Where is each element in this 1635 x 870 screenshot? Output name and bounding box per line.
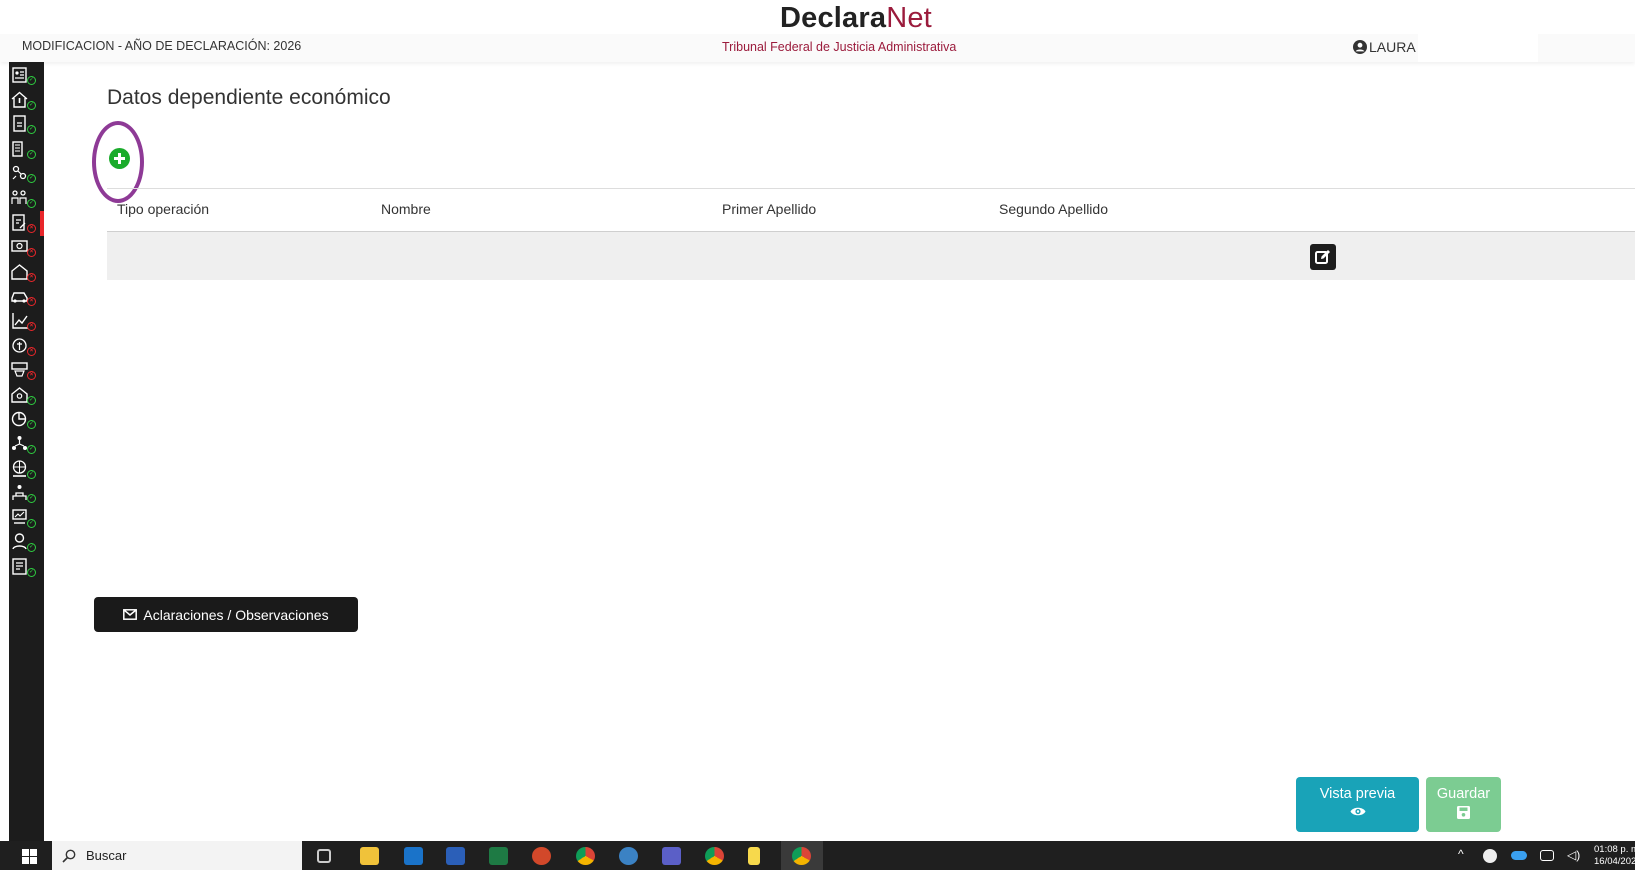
status-complete-icon: ✓ [27,420,36,430]
sidebar-item-presentation[interactable]: ✓ [9,506,44,531]
excel-icon[interactable] [489,847,508,865]
user-circle-icon [1353,40,1367,54]
status-incomplete-icon: × [27,371,36,381]
page: MODIFICACION - AÑO DE DECLARACIÓN: 2026 … [0,0,1635,870]
word-icon[interactable] [446,847,465,865]
status-complete-icon: ✓ [27,174,36,184]
status-incomplete-icon: × [27,346,36,356]
top-header: MODIFICACION - AÑO DE DECLARACIÓN: 2026 … [0,0,1635,62]
sidebar-item-chart[interactable]: × [9,309,44,334]
preview-button-label: Vista previa [1319,786,1396,802]
sidebar-item-group[interactable]: ✓ [9,481,44,506]
sidebar-item-people-network[interactable]: ✓ [9,161,44,186]
sidebar-item-house[interactable]: × [9,260,44,285]
table-row [107,232,1635,280]
section-sidebar: ✓ ✓ ✓ ✓ ✓ ✓ × × × × × × × ✓ ✓ ✓ ✓ ✓ ✓ ✓ ✓ [9,62,44,841]
sidebar-item-document[interactable]: ✓ [9,112,44,137]
column-header-primer-apellido: Primer Apellido [722,201,817,217]
status-complete-icon: ✓ [27,100,36,110]
eye-icon [1350,807,1365,816]
task-view-icon[interactable] [317,849,331,863]
chrome-profile-icon[interactable] [705,847,724,865]
search-icon [62,849,76,863]
sidebar-item-pie-chart[interactable]: ✓ [9,407,44,432]
status-incomplete-icon: × [27,272,36,282]
network-icon[interactable] [1540,850,1554,861]
sidebar-item-form-edit[interactable]: × [9,210,44,236]
sidebar-item-money[interactable]: × [9,235,44,260]
clock-time: 01:08 p. m. [1594,844,1635,855]
tray-chevron-icon[interactable]: ^ [1458,847,1464,861]
sidebar-item-globe-people[interactable]: ✓ [9,457,44,482]
envelope-icon [123,609,138,620]
declaranet-logo: DeclaraNet [780,2,932,35]
active-section-marker [40,210,44,236]
clock-date: 16/04/2026 [1594,856,1635,867]
page-title: Datos dependiente económico [107,86,391,109]
sidebar-item-building[interactable]: ✓ [9,137,44,162]
observations-button-label: Aclaraciones / Observaciones [143,606,329,623]
status-complete-icon: ✓ [27,125,36,135]
chrome-active-icon[interactable] [792,847,811,865]
highlight-annotation-circle [92,121,144,203]
windows-start-button[interactable] [22,849,37,864]
declaration-mode-label: MODIFICACION - AÑO DE DECLARACIÓN: 2026 [22,39,302,53]
sidebar-item-home-info[interactable]: ✓ [9,88,44,113]
status-complete-icon: ✓ [27,568,36,577]
app-icon[interactable] [619,847,638,865]
windows-taskbar: Buscar ^ ◁) 01:08 p. m. 16/04/2026 [0,841,1635,870]
user-name: LAURA [1369,39,1416,55]
tray-globe-icon[interactable] [1483,849,1497,863]
status-complete-icon: ✓ [27,494,36,504]
sidebar-item-family[interactable]: ✓ [9,186,44,211]
sidebar-item-checklist[interactable]: ✓ [9,555,44,580]
taskbar-search-placeholder: Buscar [86,848,127,863]
status-complete-icon: ✓ [27,518,36,528]
column-header-nombre: Nombre [381,201,431,217]
sidebar-item-hierarchy[interactable]: ✓ [9,432,44,457]
sticky-notes-icon[interactable] [748,847,760,865]
teams-icon[interactable] [662,847,681,865]
status-complete-icon: ✓ [27,543,36,553]
institution-subtitle: Tribunal Federal de Justicia Administrat… [722,40,957,54]
status-incomplete-icon: × [27,322,36,331]
file-explorer-icon[interactable] [360,847,379,865]
status-complete-icon: ✓ [27,445,36,454]
logo-light-text: Net [886,2,932,34]
edit-icon [1315,250,1330,264]
user-menu[interactable]: LAURA [1353,39,1416,55]
logo-bold-text: Declara [780,2,887,34]
status-complete-icon: ✓ [27,199,36,208]
table-top-border [107,188,1635,189]
taskbar-search-box[interactable]: Buscar [52,841,302,870]
chrome-icon[interactable] [576,847,595,865]
status-incomplete-icon: × [27,297,36,307]
column-header-segundo-apellido: Segundo Apellido [999,201,1108,217]
status-incomplete-icon: × [27,223,36,233]
floppy-disk-icon [1457,806,1470,819]
sidebar-item-car[interactable]: × [9,284,44,309]
header-blank-area [1418,30,1538,62]
outlook-icon[interactable] [404,847,423,865]
save-button-label: Guardar [1436,786,1491,802]
preview-button[interactable]: Vista previa [1296,777,1419,832]
sidebar-item-id-card[interactable]: ✓ [9,63,44,88]
column-header-tipo-operacion: Tipo operación [117,201,210,217]
onedrive-icon[interactable] [1511,851,1527,860]
status-complete-icon: ✓ [27,76,36,85]
status-complete-icon: ✓ [27,469,36,479]
save-button[interactable]: Guardar [1426,777,1501,832]
sidebar-item-home-pin[interactable]: ✓ [9,383,44,408]
sidebar-item-hand-money[interactable]: × [9,334,44,359]
sidebar-item-user-star[interactable]: ✓ [9,530,44,555]
status-complete-icon: ✓ [27,149,36,159]
volume-icon[interactable]: ◁) [1567,848,1580,862]
status-complete-icon: ✓ [27,395,36,405]
taskbar-clock[interactable]: 01:08 p. m. 16/04/2026 [1594,844,1635,868]
edit-row-button[interactable] [1310,244,1336,270]
sidebar-item-loan[interactable]: × [9,358,44,383]
status-incomplete-icon: × [27,248,36,258]
powerpoint-icon[interactable] [532,847,551,865]
observations-button[interactable]: Aclaraciones / Observaciones [94,597,358,632]
